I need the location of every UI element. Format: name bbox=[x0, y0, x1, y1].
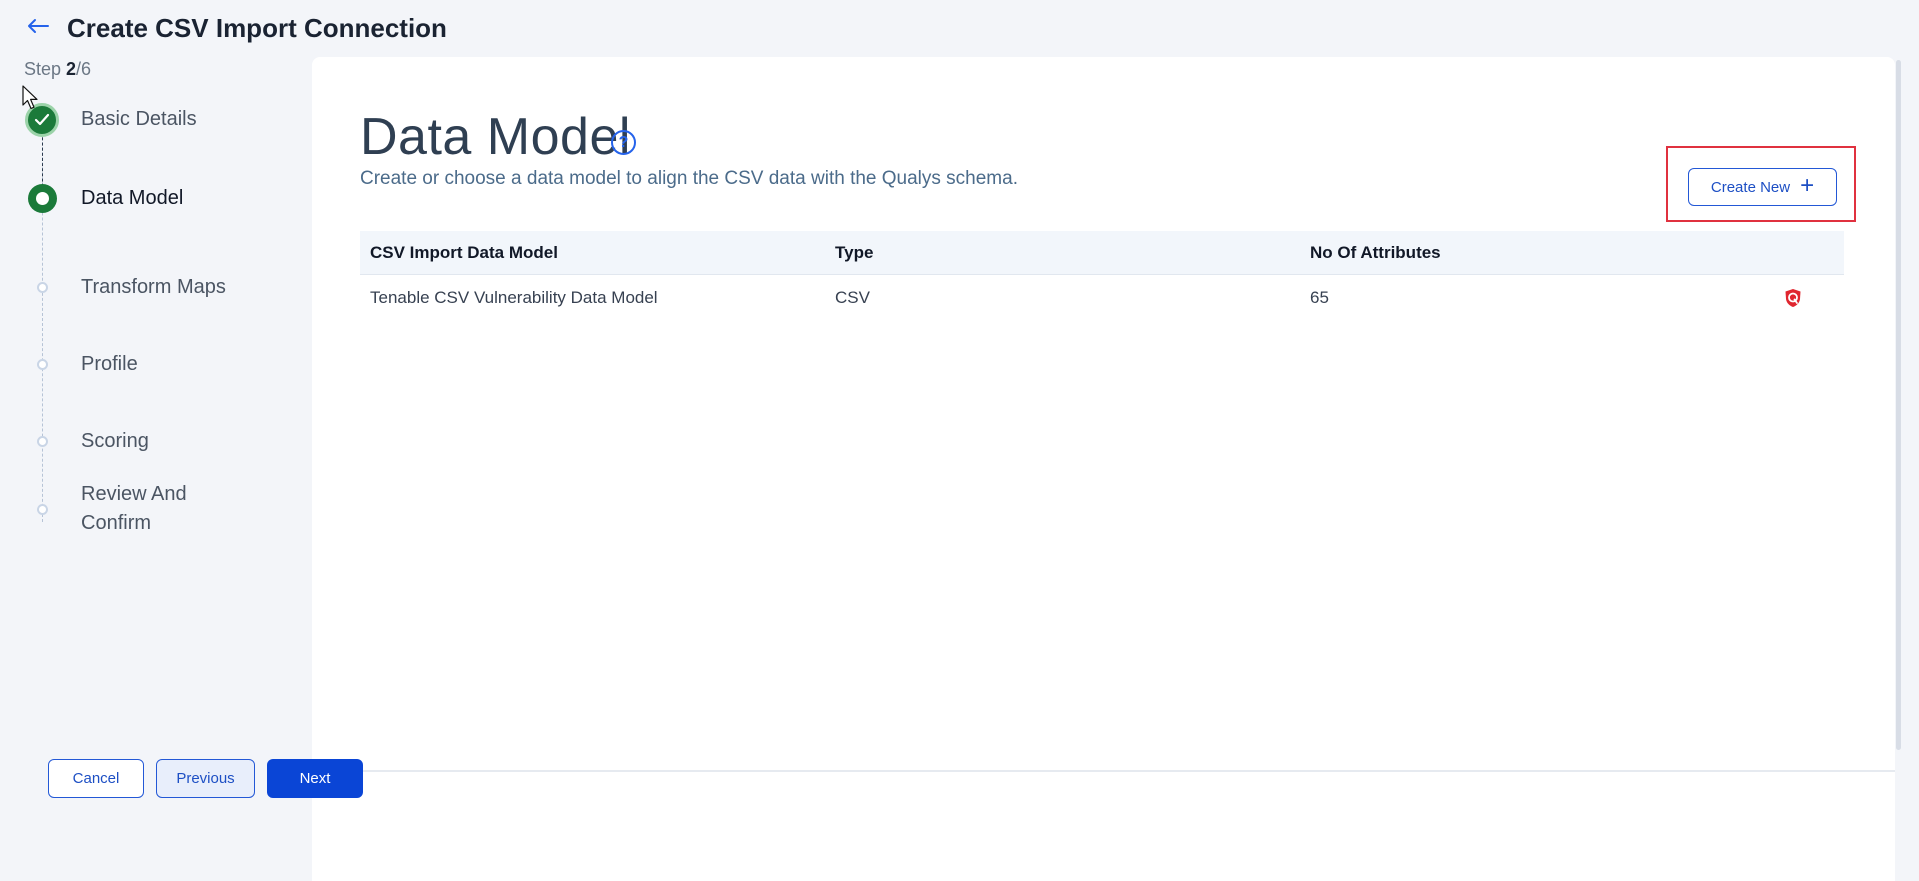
step-review-and-confirm[interactable]: Review And Confirm bbox=[0, 480, 312, 538]
cell-attributes: 65 bbox=[1310, 288, 1329, 307]
page-header: Create CSV Import Connection bbox=[0, 0, 1919, 57]
data-model-table: CSV Import Data Model Type No Of Attribu… bbox=[360, 231, 1844, 321]
step-label: Transform Maps bbox=[81, 276, 226, 298]
table-row[interactable]: Tenable CSV Vulnerability Data Model CSV… bbox=[360, 275, 1844, 321]
qualys-shield-icon bbox=[1784, 288, 1844, 308]
cancel-button[interactable]: Cancel bbox=[48, 759, 144, 798]
column-header-attributes[interactable]: No Of Attributes bbox=[1310, 243, 1784, 263]
back-arrow-icon[interactable] bbox=[24, 12, 52, 40]
help-icon[interactable]: ? bbox=[611, 130, 636, 155]
pending-step-icon bbox=[37, 359, 48, 370]
step-label: Scoring bbox=[81, 430, 149, 452]
step-label: Data Model bbox=[81, 187, 184, 209]
cell-type: CSV bbox=[835, 288, 870, 307]
table-header: CSV Import Data Model Type No Of Attribu… bbox=[360, 231, 1844, 275]
step-counter: Step 2/6 bbox=[24, 59, 91, 80]
step-label: Profile bbox=[81, 353, 138, 375]
create-new-button[interactable]: Create New + bbox=[1688, 168, 1837, 206]
step-prefix: Step bbox=[24, 59, 67, 79]
page-title: Create CSV Import Connection bbox=[67, 13, 447, 43]
main-panel: Data Model ? Create or choose a data mod… bbox=[312, 57, 1895, 881]
step-basic-details[interactable]: Basic Details bbox=[0, 103, 312, 137]
step-total: /6 bbox=[76, 59, 92, 79]
previous-button[interactable]: Previous bbox=[156, 759, 255, 798]
step-profile[interactable]: Profile bbox=[0, 350, 312, 379]
current-step-icon bbox=[28, 184, 57, 213]
pending-step-icon bbox=[37, 436, 48, 447]
plus-icon: + bbox=[1800, 172, 1815, 199]
pending-step-icon bbox=[37, 504, 48, 515]
step-transform-maps[interactable]: Transform Maps bbox=[0, 273, 312, 302]
step-current: 2 bbox=[66, 59, 77, 79]
step-data-model[interactable]: Data Model bbox=[0, 184, 312, 213]
pending-step-icon bbox=[37, 282, 48, 293]
section-title: Data Model bbox=[360, 108, 631, 166]
column-header-type[interactable]: Type bbox=[835, 243, 1310, 263]
cell-model-name: Tenable CSV Vulnerability Data Model bbox=[370, 288, 658, 307]
step-label: Review And Confirm bbox=[81, 483, 187, 534]
step-label: Basic Details bbox=[81, 108, 197, 130]
next-button[interactable]: Next bbox=[267, 759, 363, 798]
create-new-label: Create New bbox=[1710, 178, 1791, 196]
stepper-sidebar: Step 2/6 Basic Details Data Model Transf… bbox=[0, 57, 312, 881]
step-scoring[interactable]: Scoring bbox=[0, 427, 312, 456]
scrollbar-thumb[interactable] bbox=[1896, 60, 1901, 750]
column-header-model[interactable]: CSV Import Data Model bbox=[360, 243, 835, 263]
mouse-cursor-icon bbox=[22, 85, 40, 116]
section-subtitle: Create or choose a data model to align t… bbox=[360, 168, 1018, 189]
footer-divider bbox=[312, 770, 1895, 772]
